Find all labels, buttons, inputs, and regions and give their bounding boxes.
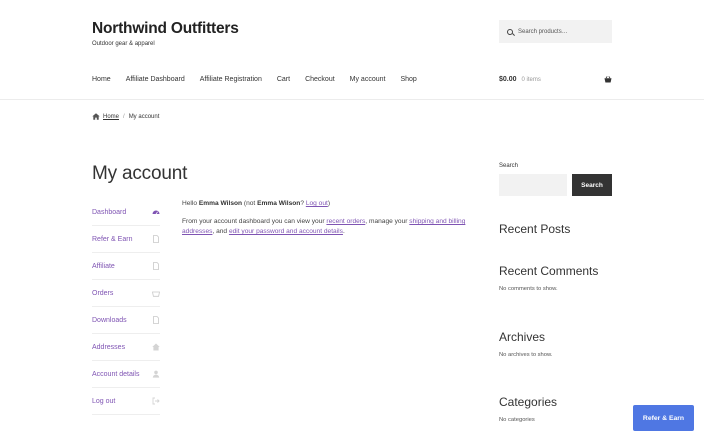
account-nav-label: Dashboard xyxy=(92,208,127,216)
file-icon xyxy=(153,316,159,324)
header-divider xyxy=(0,99,704,100)
nav-item-home[interactable]: Home xyxy=(92,76,111,83)
greeting-text: Hello xyxy=(182,200,198,207)
logout-link[interactable]: Log out xyxy=(306,200,328,207)
user-icon xyxy=(152,370,160,378)
refer-earn-floating-button[interactable]: Refer & Earn xyxy=(633,405,694,431)
greeting-text: ? xyxy=(300,200,304,207)
nav-item-affiliate-registration[interactable]: Affiliate Registration xyxy=(200,76,262,83)
sidebar-search-widget: Search Search xyxy=(499,163,613,196)
user-name: Emma Wilson xyxy=(198,200,243,207)
sidebar-search-button[interactable]: Search xyxy=(572,174,612,196)
widget-heading: Recent Posts xyxy=(499,222,571,236)
widget-empty-text: No comments to show. xyxy=(499,286,558,292)
intro-text: . xyxy=(342,228,345,236)
breadcrumb-home-link[interactable]: Home xyxy=(103,114,119,120)
account-nav-label: Addresses xyxy=(92,343,126,351)
nav-item-checkout[interactable]: Checkout xyxy=(305,76,335,83)
site-title[interactable]: Northwind Outfitters xyxy=(92,20,239,38)
account-nav-orders[interactable]: Orders xyxy=(92,280,160,307)
account-navigation: Dashboard Refer & Earn Affiliate Orders … xyxy=(92,199,160,415)
file-icon xyxy=(153,235,159,243)
nav-item-cart[interactable]: Cart xyxy=(277,76,290,83)
file-icon xyxy=(153,262,159,270)
basket-icon xyxy=(152,291,160,297)
site-tagline: Outdoor gear & apparel xyxy=(92,41,155,47)
account-nav-label: Affiliate xyxy=(92,262,115,270)
search-icon xyxy=(507,28,513,35)
widget-empty-text: No categories xyxy=(499,417,535,423)
widget-empty-text: No archives to show. xyxy=(499,352,553,358)
intro-text: , manage your xyxy=(365,218,408,226)
search-widget-label: Search xyxy=(499,163,519,169)
nav-item-affiliate-dashboard[interactable]: Affiliate Dashboard xyxy=(126,76,185,83)
account-details-link[interactable]: edit your password and account details xyxy=(229,228,343,235)
breadcrumb-current: My account xyxy=(128,113,160,120)
widget-recent-comments: Recent Comments No comments to show. xyxy=(499,264,598,292)
intro-text: , and xyxy=(212,228,228,236)
account-nav-label: Refer & Earn xyxy=(92,235,133,243)
user-name: Emma Wilson xyxy=(257,200,301,207)
greeting-text: (not xyxy=(243,200,256,207)
greeting: Hello Emma Wilson (not Emma Wilson? Log … xyxy=(182,199,480,209)
intro-text: From your account dashboard you can view… xyxy=(182,218,325,226)
cart-summary[interactable]: $0.00 0 items xyxy=(499,76,541,83)
logout-icon xyxy=(152,397,160,405)
account-nav-affiliate[interactable]: Affiliate xyxy=(92,253,160,280)
nav-item-my-account[interactable]: My account xyxy=(350,76,386,83)
account-dashboard-content: Hello Emma Wilson (not Emma Wilson? Log … xyxy=(182,199,480,246)
cart-count: 0 items xyxy=(521,77,541,83)
account-nav-downloads[interactable]: Downloads xyxy=(92,307,160,334)
nav-item-shop[interactable]: Shop xyxy=(400,76,416,83)
widget-heading: Archives xyxy=(499,330,546,344)
widget-archives: Archives No archives to show. xyxy=(499,330,553,358)
basket-icon[interactable] xyxy=(604,76,612,83)
account-nav-account-details[interactable]: Account details xyxy=(92,361,160,388)
widget-recent-posts: Recent Posts xyxy=(499,222,570,236)
sidebar-search-input[interactable] xyxy=(499,174,567,196)
search-placeholder: Search products… xyxy=(518,28,568,35)
recent-orders-link[interactable]: recent orders xyxy=(326,218,365,225)
primary-nav: Home Affiliate Dashboard Affiliate Regis… xyxy=(92,76,432,83)
home-icon xyxy=(92,113,100,120)
account-nav-label: Orders xyxy=(92,289,114,297)
account-nav-label: Downloads xyxy=(92,316,127,324)
home-icon xyxy=(152,343,160,351)
dashboard-intro: From your account dashboard you can view… xyxy=(182,217,480,237)
widget-heading: Categories xyxy=(499,395,558,409)
product-search-input[interactable]: Search products… xyxy=(499,20,612,43)
account-nav-log-out[interactable]: Log out xyxy=(92,388,160,415)
account-nav-label: Log out xyxy=(92,397,116,405)
page-title: My account xyxy=(92,163,188,184)
greeting-text: ) xyxy=(327,200,331,207)
dashboard-icon xyxy=(152,210,160,215)
widget-categories: Categories No categories xyxy=(499,395,557,423)
breadcrumb: Home / My account xyxy=(92,113,159,120)
account-nav-label: Account details xyxy=(92,370,140,378)
account-nav-dashboard[interactable]: Dashboard xyxy=(92,199,160,226)
account-nav-refer-earn[interactable]: Refer & Earn xyxy=(92,226,160,253)
cart-total: $0.00 xyxy=(499,76,517,83)
breadcrumb-separator: / xyxy=(123,113,125,120)
account-nav-addresses[interactable]: Addresses xyxy=(92,334,160,361)
widget-heading: Recent Comments xyxy=(499,264,599,278)
